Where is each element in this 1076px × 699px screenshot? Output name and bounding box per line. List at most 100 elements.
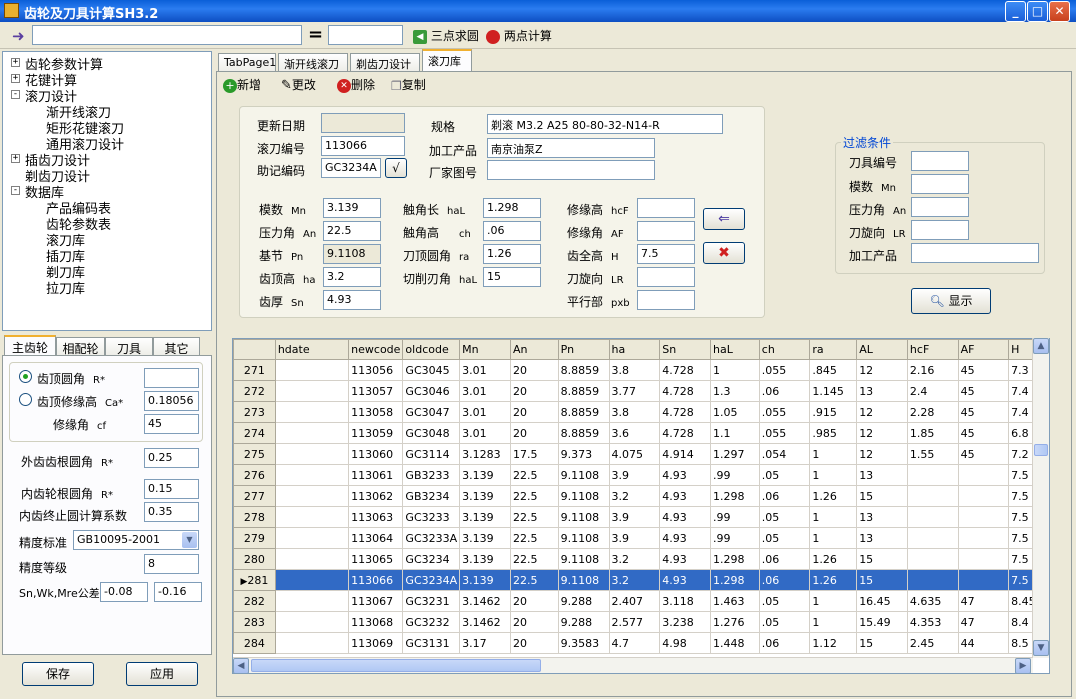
navigation-tree[interactable]: 齿轮参数计算 + 花键计算 + 滚刀设计 - 渐开线滚刀 矩形花键滚刀 通用滚刀设计 插齿刀设计 +… xyxy=(2,51,212,331)
table-cell[interactable]: 3.01 xyxy=(459,380,512,402)
table-cell[interactable]: 22.5 xyxy=(510,506,559,528)
table-cell[interactable]: 3.2 xyxy=(608,548,661,570)
table-cell[interactable]: 20 xyxy=(510,401,559,423)
thickness-input[interactable]: 4.93 xyxy=(323,290,381,310)
table-cell[interactable]: 4.635 xyxy=(906,590,959,612)
table-cell[interactable] xyxy=(274,590,350,612)
ext-root-input[interactable]: 0.25 xyxy=(144,448,199,468)
table-cell[interactable]: 20 xyxy=(510,611,559,633)
collapse-icon[interactable]: - xyxy=(11,90,20,99)
table-cell[interactable]: 1.26 xyxy=(809,485,858,507)
row-header[interactable]: 274 xyxy=(233,422,276,444)
table-cell[interactable]: 9.1108 xyxy=(557,485,610,507)
load-record-button[interactable]: ⇐ xyxy=(703,208,745,230)
table-cell[interactable]: 12 xyxy=(856,443,908,465)
expression-input[interactable] xyxy=(32,25,302,45)
table-cell[interactable]: 22.5 xyxy=(510,527,559,549)
table-row[interactable]: 283 113068 GC3232 3.1462 20 9.288 2.577 3.238 1.… xyxy=(233,611,1049,633)
row-header[interactable]: 283 xyxy=(233,611,276,633)
table-cell[interactable]: 113066 xyxy=(348,569,404,591)
table-cell[interactable] xyxy=(906,569,959,591)
table-cell[interactable]: 1 xyxy=(809,464,858,486)
addendum-input[interactable]: 3.2 xyxy=(323,267,381,287)
mod-angle-input[interactable]: 45 xyxy=(144,414,199,434)
table-row[interactable]: 282 113067 GC3231 3.1462 20 9.288 2.407 3.118 1.… xyxy=(233,590,1049,612)
table-cell[interactable]: 2.45 xyxy=(906,632,959,654)
table-cell[interactable]: 4.728 xyxy=(659,401,711,423)
row-header[interactable]: 276 xyxy=(233,464,276,486)
row-header[interactable]: 282 xyxy=(233,590,276,612)
chevron-up-icon[interactable]: ▲ xyxy=(1033,338,1049,354)
chevron-right-icon[interactable]: ▶ xyxy=(1015,658,1031,674)
pitch-input[interactable]: 9.1108 xyxy=(323,244,381,264)
table-cell[interactable]: 113067 xyxy=(348,590,404,612)
table-cell[interactable]: 20 xyxy=(510,590,559,612)
table-cell[interactable]: 3.1462 xyxy=(459,590,512,612)
table-cell[interactable]: .05 xyxy=(758,464,811,486)
table-cell[interactable]: 15 xyxy=(856,632,908,654)
table-cell[interactable]: 113065 xyxy=(348,548,404,570)
table-cell[interactable]: 3.2 xyxy=(608,485,661,507)
table-cell[interactable]: 1.3 xyxy=(710,380,760,402)
row-header[interactable]: 279 xyxy=(233,527,276,549)
table-cell[interactable] xyxy=(274,632,350,654)
table-cell[interactable]: 1.276 xyxy=(710,611,760,633)
table-cell[interactable]: 113056 xyxy=(348,359,404,381)
table-cell[interactable]: 8.8859 xyxy=(557,401,610,423)
table-cell[interactable]: 9.288 xyxy=(557,590,610,612)
table-cell[interactable]: 113062 xyxy=(348,485,404,507)
table-cell[interactable]: 113061 xyxy=(348,464,404,486)
table-cell[interactable]: .915 xyxy=(809,401,858,423)
table-cell[interactable]: 1.26 xyxy=(809,569,858,591)
table-cell[interactable]: .99 xyxy=(710,527,760,549)
table-cell[interactable]: GC3045 xyxy=(402,359,461,381)
filter-product-input[interactable] xyxy=(911,243,1039,263)
table-cell[interactable]: 4.7 xyxy=(608,632,661,654)
maximize-button[interactable]: □ xyxy=(1027,1,1048,22)
table-cell[interactable]: 15 xyxy=(856,569,908,591)
table-cell[interactable]: 1.145 xyxy=(809,380,858,402)
table-cell[interactable] xyxy=(274,359,350,381)
table-row[interactable]: 278 113063 GC3233 3.139 22.5 9.1108 3.9 4.93.99… xyxy=(233,506,1049,528)
table-cell[interactable] xyxy=(274,611,350,633)
main-tab[interactable]: 滚刀库 xyxy=(422,49,472,71)
table-cell[interactable]: .054 xyxy=(758,443,811,465)
copy-button[interactable]: ❐复制 xyxy=(391,76,426,93)
table-cell[interactable]: 3.8 xyxy=(608,359,661,381)
clear-form-button[interactable]: ✖ xyxy=(703,242,745,264)
main-tab[interactable]: 剃齿刀设计 xyxy=(350,53,420,73)
table-cell[interactable]: 113068 xyxy=(348,611,404,633)
table-cell[interactable]: .06 xyxy=(758,632,811,654)
vertical-scrollbar[interactable]: ▲ ▼ xyxy=(1032,338,1049,658)
flat-input[interactable] xyxy=(637,290,695,310)
two-point-calc-button[interactable]: 两点计算 xyxy=(486,27,552,44)
table-cell[interactable] xyxy=(906,527,959,549)
table-cell[interactable] xyxy=(957,527,1010,549)
table-cell[interactable]: 2.577 xyxy=(608,611,661,633)
table-cell[interactable] xyxy=(957,569,1010,591)
tip-radius-radio[interactable] xyxy=(19,370,32,383)
table-cell[interactable]: 20 xyxy=(510,359,559,381)
precision-grade-input[interactable]: 8 xyxy=(144,554,199,574)
table-cell[interactable]: 44 xyxy=(957,632,1010,654)
chevron-down-icon[interactable]: ▼ xyxy=(1033,640,1049,656)
spec-input[interactable]: 剃滚 M3.2 A25 80-80-32-N14-R xyxy=(487,114,723,134)
table-cell[interactable]: 45 xyxy=(957,380,1010,402)
table-cell[interactable] xyxy=(274,569,350,591)
table-cell[interactable]: 4.93 xyxy=(659,485,711,507)
table-cell[interactable]: 2.28 xyxy=(906,401,959,423)
main-tab[interactable]: 渐开线滚刀 xyxy=(278,53,348,73)
column-header[interactable]: hdate xyxy=(274,339,350,360)
table-cell[interactable]: .06 xyxy=(758,548,811,570)
left-tab[interactable]: 主齿轮 xyxy=(4,335,56,357)
table-cell[interactable]: .05 xyxy=(758,611,811,633)
table-row[interactable]: 279 113064 GC3233A 3.139 22.5 9.1108 3.9 4.93.9… xyxy=(233,527,1049,549)
table-cell[interactable]: 1.1 xyxy=(710,422,760,444)
table-cell[interactable]: 15.49 xyxy=(856,611,908,633)
table-cell[interactable]: 9.288 xyxy=(557,611,610,633)
table-cell[interactable]: 1 xyxy=(809,506,858,528)
table-cell[interactable]: 15 xyxy=(856,485,908,507)
table-cell[interactable]: 4.075 xyxy=(608,443,661,465)
table-cell[interactable] xyxy=(274,464,350,486)
table-cell[interactable]: 13 xyxy=(856,464,908,486)
